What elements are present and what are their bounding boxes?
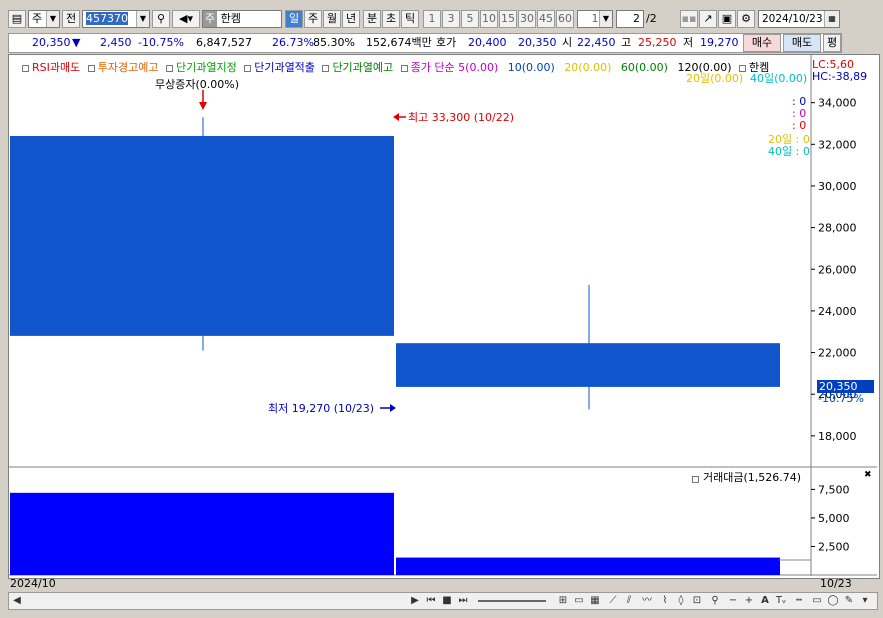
- pen-icon[interactable]: ✎: [842, 594, 856, 608]
- legend-square-icon: [322, 64, 330, 72]
- ruler-icon[interactable]: ┅: [792, 594, 806, 608]
- wave-icon[interactable]: 〰: [640, 594, 654, 608]
- legend-ma5: 5(0.00): [458, 61, 499, 74]
- text-style-icon[interactable]: Tᵥ: [774, 594, 788, 608]
- crosshair-icon[interactable]: ⊞: [556, 594, 570, 608]
- scroll-left-icon[interactable]: ◀: [10, 594, 24, 608]
- y-tick-label: 28,000: [818, 222, 857, 235]
- rect-icon[interactable]: ▭: [810, 594, 824, 608]
- legend-ma10: 10(0.00): [507, 61, 555, 74]
- volume-bar: [396, 557, 780, 575]
- y-tick-label: 22,000: [818, 347, 857, 360]
- candle-body: [396, 343, 780, 387]
- fibonacci-icon[interactable]: ⌇: [658, 594, 672, 608]
- forward-icon[interactable]: ⏭: [456, 594, 470, 608]
- volume-bar: [10, 492, 394, 575]
- legend-ma20: 20(0.00): [564, 61, 612, 74]
- volume-tick-label: 2,500: [818, 540, 850, 553]
- volume-title: 거래대금(1,526.74): [703, 471, 802, 484]
- hc-label: HC:-38,89: [812, 70, 868, 83]
- grid-icon[interactable]: ▦: [588, 594, 602, 608]
- legend-overheat-release[interactable]: 단기과열적출: [254, 61, 315, 74]
- volume-tick-label: 7,500: [818, 483, 850, 496]
- more-icon[interactable]: ▾: [858, 594, 872, 608]
- y-tick-label: 30,000: [818, 180, 857, 193]
- legend-overheat-designate[interactable]: 단기과열지정: [176, 61, 237, 74]
- text-icon[interactable]: A: [758, 594, 772, 608]
- legend-square-icon: [87, 64, 95, 72]
- y-tick-label: 26,000: [818, 263, 857, 276]
- eraser-icon[interactable]: ◊: [674, 594, 688, 608]
- legend-square-icon: [400, 64, 408, 72]
- candle-body: [10, 135, 394, 336]
- legend: RSI과매도 투자경고예고 단기과열지정 단기과열적출 단기과열예고 종가 단순…: [22, 59, 769, 75]
- y-tick-label: 32,000: [818, 138, 857, 151]
- bonus-arrow-head: [199, 102, 207, 110]
- bonus-issue-label: 무상증자(0.00%): [155, 78, 240, 91]
- x-end-label: 10/23: [820, 577, 852, 590]
- right-value-5: 40일 : 0: [768, 145, 810, 158]
- stop-icon[interactable]: ■: [440, 594, 454, 608]
- legend-overheat-notice[interactable]: 단기과열예고: [332, 61, 393, 74]
- y-tick-label: 24,000: [818, 305, 857, 318]
- legend-rsi[interactable]: RSI과매도: [32, 61, 80, 74]
- scroll-right-icon[interactable]: ▶: [408, 594, 422, 608]
- magnify-icon[interactable]: ⚲: [708, 594, 722, 608]
- legend-40day: 40일(0.00): [750, 72, 808, 85]
- layout-icon[interactable]: ▭: [572, 594, 586, 608]
- legend-ma60: 60(0.00): [620, 61, 668, 74]
- panel-close-icon[interactable]: ✖: [864, 470, 872, 480]
- legend-square-icon: [165, 64, 173, 72]
- low-annotation: 최저 19,270 (10/23): [268, 402, 375, 415]
- legend-square-icon: [22, 64, 29, 72]
- volume-legend-square: [692, 472, 702, 485]
- chart-svg[interactable]: 18,00020,00022,00024,00026,00028,00030,0…: [0, 0, 883, 618]
- trend-line-icon[interactable]: ⟋: [606, 594, 620, 608]
- zoom-slider[interactable]: [478, 600, 546, 602]
- legend-warning[interactable]: 투자경고예고: [98, 61, 159, 74]
- volume-tick-label: 5,000: [818, 512, 850, 525]
- parallel-line-icon[interactable]: ⫽: [622, 594, 636, 608]
- high-arrow-head: [393, 113, 399, 121]
- legend-20day: 20일(0.00): [686, 72, 744, 85]
- high-annotation: 최고 33,300 (10/22): [408, 111, 515, 124]
- legend-square-icon: [244, 64, 252, 72]
- y-tick-label: 34,000: [818, 97, 857, 110]
- y-tick-label: 18,000: [818, 430, 857, 443]
- minus-icon[interactable]: −: [726, 594, 740, 608]
- rewind-icon[interactable]: ⏮: [424, 594, 438, 608]
- circle-icon[interactable]: ◯: [826, 594, 840, 608]
- plus-icon[interactable]: +: [742, 594, 756, 608]
- low-arrow-head: [390, 404, 396, 412]
- capture-icon[interactable]: ⊡: [690, 594, 704, 608]
- legend-ma-text[interactable]: 종가 단순: [411, 61, 455, 74]
- x-start-label: 2024/10: [10, 577, 56, 590]
- current-pct-tag: -10.75%: [818, 392, 864, 405]
